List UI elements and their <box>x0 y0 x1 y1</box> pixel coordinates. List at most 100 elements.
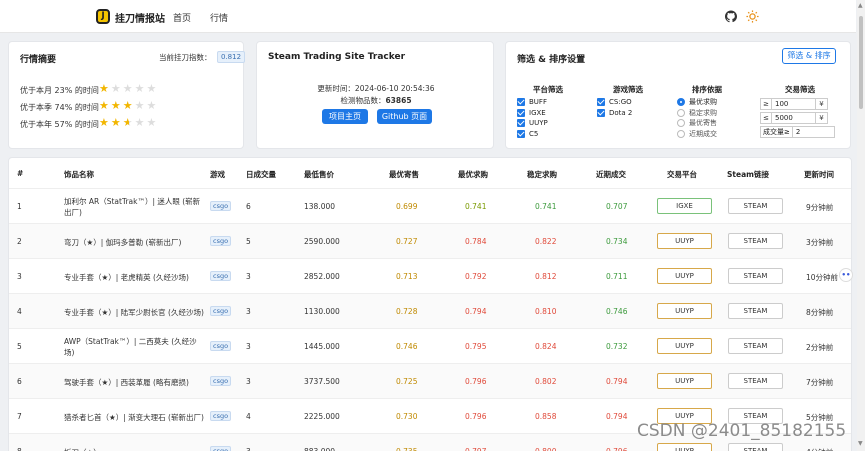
item-name[interactable]: AWP（StatTrak™）| 二西莫夫 (久经沙场) <box>64 336 206 358</box>
checkbox-checked-icon[interactable] <box>597 98 605 107</box>
daily-volume: 6 <box>246 202 251 211</box>
game-filter-header: 游戏筛选 <box>613 85 643 94</box>
checkbox-checked-icon[interactable] <box>517 108 525 117</box>
radio-best-buy[interactable]: 最优求购 <box>677 97 737 108</box>
item-name[interactable]: 弯刀（★）| 伽玛多普勒 (崭新出厂) <box>64 237 206 248</box>
checkbox-c5[interactable]: C5 <box>517 129 579 140</box>
platform-button[interactable]: UUYP <box>657 233 712 249</box>
checkbox-igxe[interactable]: IGXE <box>517 108 579 119</box>
stable-buy-ratio: 0.824 <box>535 342 557 351</box>
item-name[interactable]: 猎杀者匕首（★）| 渐变大理石 (崭新出厂) <box>64 412 206 423</box>
site-brand[interactable]: 挂刀情报站 <box>115 10 165 25</box>
recent-deal-ratio: 0.711 <box>606 272 628 281</box>
star-icon: ★ <box>146 116 159 129</box>
item-name[interactable]: 加利尔 AR（StatTrak™）| 迷人眼 (崭新出厂) <box>64 196 206 218</box>
steam-button[interactable]: STEAM <box>728 303 783 319</box>
star-icon: ★ <box>110 99 123 112</box>
best-buy-ratio: 0.784 <box>465 237 487 246</box>
best-buy-ratio: 0.792 <box>465 272 487 281</box>
min-price-field[interactable]: ≥100 ¥ <box>760 97 840 110</box>
item-count: 检测物品数：63865 <box>257 95 495 106</box>
star-icon: ★ <box>99 82 111 95</box>
daily-volume: 4 <box>246 412 251 421</box>
table-row: 2 弯刀（★）| 伽玛多普勒 (崭新出厂) csgo 5 2590.000 0.727 0.… <box>9 223 851 258</box>
scrollbar-thumb[interactable] <box>859 16 863 109</box>
col-best-buy: 最优求购 <box>458 170 488 179</box>
update-time: 更新时间：2024-06-10 20:54:36 <box>317 84 435 93</box>
checkbox-label: CS:GO <box>609 98 632 107</box>
updated-time: 9分钟前 <box>806 203 834 212</box>
checkbox-label: BUFF <box>529 98 547 107</box>
radio-icon[interactable] <box>677 129 685 138</box>
radio-best-sell[interactable]: 最优寄售 <box>677 118 737 129</box>
volume-min-input[interactable]: 2 <box>792 125 835 138</box>
updated-time: 4分钟前 <box>806 447 833 451</box>
github-page-button[interactable]: Github 页面 <box>377 109 432 124</box>
nav-market-link[interactable]: 行情 <box>210 11 228 24</box>
radio-selected-icon[interactable] <box>677 98 685 107</box>
recent-deal-ratio: 0.746 <box>606 307 628 316</box>
checkbox-checked-icon[interactable] <box>517 119 525 128</box>
steam-button[interactable]: STEAM <box>728 373 783 389</box>
scroll-down-icon[interactable]: ▼ <box>858 440 863 447</box>
checkbox-checked-icon[interactable] <box>517 98 525 107</box>
checkbox-dota2[interactable]: Dota 2 <box>597 108 659 119</box>
radio-stable-buy[interactable]: 稳定求购 <box>677 108 737 119</box>
radio-icon[interactable] <box>677 119 685 128</box>
radio-recent-deal[interactable]: 近期成交 <box>677 129 737 140</box>
sort-header: 排序依据 <box>692 85 722 94</box>
steam-button[interactable]: STEAM <box>728 443 783 451</box>
checkbox-buff[interactable]: BUFF <box>517 97 579 108</box>
updated-time: 7分钟前 <box>806 378 834 387</box>
stable-buy-ratio: 0.800 <box>535 447 556 451</box>
lowest-price: 1130.000 <box>304 307 340 316</box>
project-home-button[interactable]: 项目主页 <box>322 109 368 124</box>
scroll-up-icon[interactable]: ▲ <box>858 2 863 9</box>
platform-button[interactable]: UUYP <box>657 303 712 319</box>
github-icon[interactable] <box>725 10 737 23</box>
filter-sort-button[interactable]: 筛选 & 排序 <box>782 48 836 64</box>
item-name[interactable]: 专业手套（★）| 老虎精英 (久经沙场) <box>64 272 206 283</box>
assistant-float-icon[interactable]: •• <box>839 268 853 282</box>
volume-min-field[interactable]: 成交量≥ 2 <box>760 125 840 138</box>
summary-title: 行情摘要 <box>20 55 57 65</box>
checkbox-label: UUYP <box>529 119 548 128</box>
lowest-price: 2225.000 <box>304 412 340 421</box>
steam-button[interactable]: STEAM <box>728 338 783 354</box>
steam-button[interactable]: STEAM <box>728 268 783 284</box>
item-name[interactable]: 驾驶手套（★）| 西装革履 (略有磨损) <box>64 377 206 388</box>
nav-home-link[interactable]: 首页 <box>173 11 191 24</box>
radio-icon[interactable] <box>677 108 685 117</box>
star-icon: ★ <box>146 82 159 95</box>
col-recent-deal: 近期成交 <box>596 170 626 179</box>
best-buy-ratio: 0.741 <box>465 202 487 211</box>
max-price-input[interactable]: 5000 <box>772 111 816 124</box>
row-index: 1 <box>17 202 22 211</box>
item-name[interactable]: 折刀（★） <box>64 447 206 451</box>
platform-button[interactable]: UUYP <box>657 443 712 451</box>
platform-button[interactable]: IGXE <box>657 198 712 214</box>
table-row: 1 加利尔 AR（StatTrak™）| 迷人眼 (崭新出厂) csgo 6 138.0… <box>9 188 851 223</box>
platform-button[interactable]: UUYP <box>657 268 712 284</box>
logo-icon[interactable]: J <box>96 9 110 24</box>
max-price-field[interactable]: ≤5000 ¥ <box>760 111 840 124</box>
steam-button[interactable]: STEAM <box>728 198 783 214</box>
index-badge: 0.812 <box>217 51 246 63</box>
platform-button[interactable]: UUYP <box>657 338 712 354</box>
theme-toggle-icon[interactable] <box>746 10 759 23</box>
checkbox-uuyp[interactable]: UUYP <box>517 118 579 129</box>
checkbox-label: IGXE <box>529 108 546 117</box>
checkbox-csgo[interactable]: CS:GO <box>597 97 659 108</box>
checkbox-label: Dota 2 <box>609 108 633 117</box>
summary-year-label: 优于本年 57% 的时间 <box>20 120 99 129</box>
platform-button[interactable]: UUYP <box>657 373 712 389</box>
steam-button[interactable]: STEAM <box>728 233 783 249</box>
stable-buy-ratio: 0.802 <box>535 377 557 386</box>
checkbox-checked-icon[interactable] <box>517 129 525 138</box>
filter-title: 筛选 & 排序设置 <box>517 55 586 65</box>
yuan-suffix: ¥ <box>816 111 828 124</box>
volume-filter: 交易筛选 ≥100 ¥ ≤5000 ¥ 成交量≥ 2 <box>760 84 840 139</box>
checkbox-checked-icon[interactable] <box>597 108 605 117</box>
min-price-input[interactable]: 100 <box>772 97 816 110</box>
item-name[interactable]: 专业手套（★）| 陆军少尉长官 (久经沙场) <box>64 307 206 318</box>
